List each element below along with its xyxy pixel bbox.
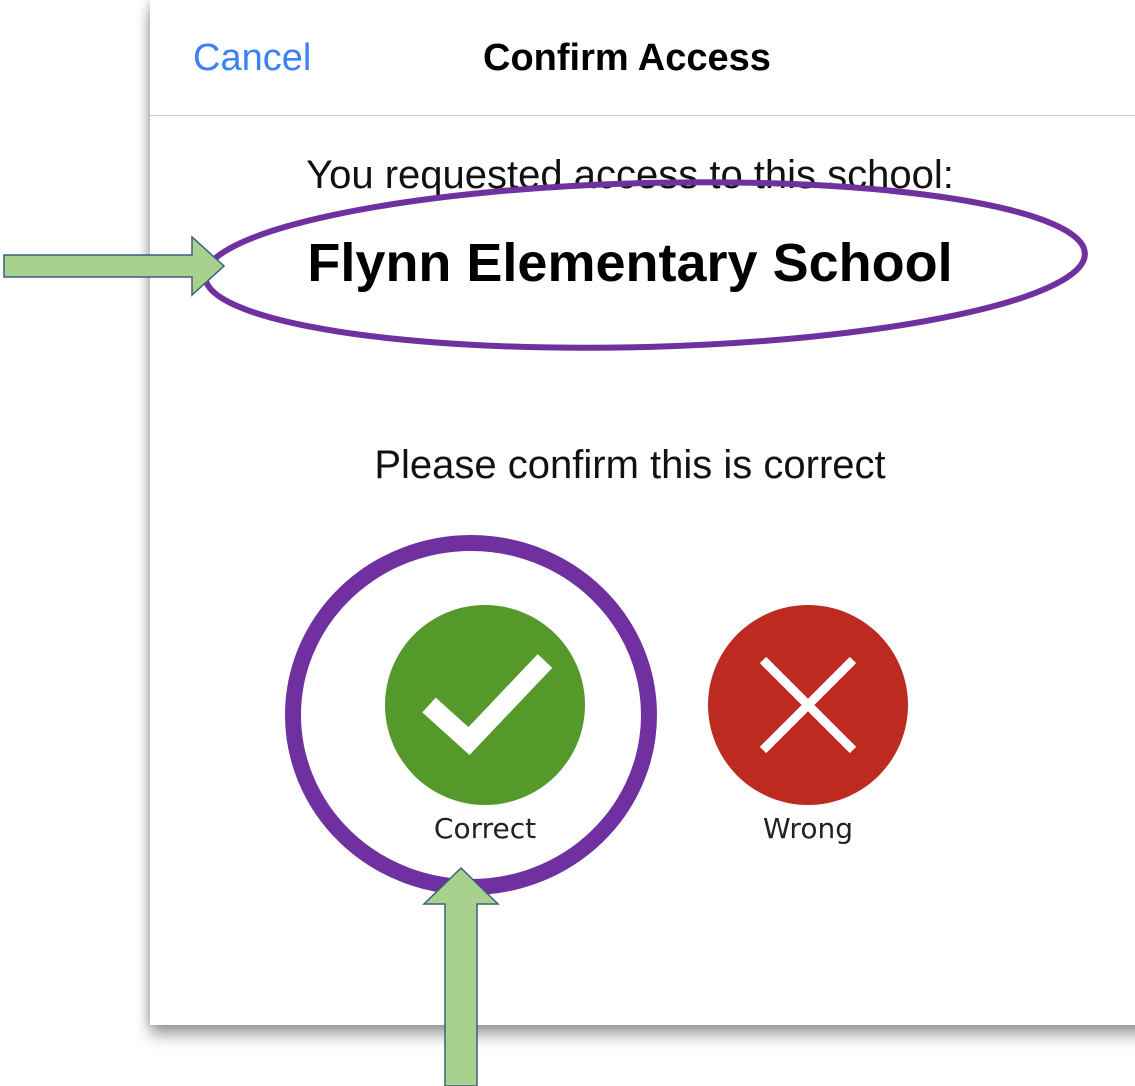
request-description: You requested access to this school: — [306, 153, 954, 197]
confirm-prompt: Please confirm this is correct — [374, 443, 886, 487]
correct-label: Correct — [433, 812, 537, 845]
wrong-button[interactable]: Wrong — [703, 605, 913, 849]
wrong-circle — [708, 605, 908, 805]
correct-button[interactable]: Correct — [380, 605, 590, 849]
x-icon — [759, 656, 857, 754]
screenshot-stage: Cancel Confirm Access You requested acce… — [0, 0, 1135, 1086]
school-name: Flynn Elementary School — [307, 233, 953, 293]
cancel-button[interactable]: Cancel — [193, 36, 311, 80]
wrong-label: Wrong — [763, 812, 853, 845]
checkmark-icon — [422, 654, 553, 755]
navigation-bar: Cancel Confirm Access — [150, 0, 1135, 116]
page-title: Confirm Access — [483, 37, 771, 79]
correct-circle — [385, 605, 585, 805]
confirm-access-sheet: Cancel Confirm Access You requested acce… — [150, 0, 1135, 1025]
